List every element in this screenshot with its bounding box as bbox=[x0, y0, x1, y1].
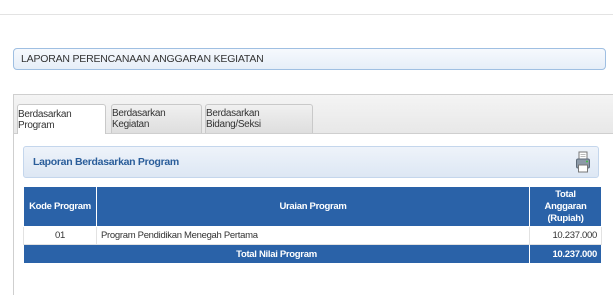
page-title: LAPORAN PERENCANAAN ANGGARAN KEGIATAN bbox=[13, 48, 606, 70]
tab-berdasarkan-kegiatan[interactable]: Berdasarkan Kegiatan bbox=[111, 104, 202, 133]
tab-label: Berdasarkan Kegiatan bbox=[112, 108, 166, 130]
tab-bar: Berdasarkan Program Berdasarkan Kegiatan… bbox=[14, 95, 613, 134]
total-row: Total Nilai Program 10.237.000 bbox=[23, 244, 602, 264]
table-header-row: Kode Program Uraian Program Total Anggar… bbox=[23, 186, 602, 227]
tab-berdasarkan-program[interactable]: Berdasarkan Program bbox=[17, 104, 106, 134]
report-title: Laporan Berdasarkan Program bbox=[33, 156, 179, 168]
top-divider bbox=[0, 14, 613, 15]
tab-label: Berdasarkan Program bbox=[18, 108, 72, 131]
tab-label: Berdasarkan Bidang/Seksi bbox=[206, 108, 261, 130]
column-header-kode: Kode Program bbox=[23, 186, 97, 227]
report-panel: Berdasarkan Program Berdasarkan Kegiatan… bbox=[13, 94, 613, 295]
column-header-total-line2: (Rupiah) bbox=[547, 212, 584, 224]
page-title-text: LAPORAN PERENCANAAN ANGGARAN KEGIATAN bbox=[21, 53, 264, 65]
total-label: Total Nilai Program bbox=[23, 244, 530, 264]
total-value: 10.237.000 bbox=[529, 244, 602, 264]
report-section-header: Laporan Berdasarkan Program bbox=[23, 146, 599, 178]
cell-kode: 01 bbox=[23, 226, 97, 245]
printer-icon[interactable] bbox=[576, 151, 590, 173]
cell-uraian: Program Pendidikan Menegah Pertama bbox=[96, 226, 530, 245]
tab-berdasarkan-bidang-seksi[interactable]: Berdasarkan Bidang/Seksi bbox=[205, 104, 313, 133]
column-header-total-line1: Total Anggaran bbox=[544, 188, 587, 212]
table-row: 01 Program Pendidikan Menegah Pertama 10… bbox=[23, 226, 602, 245]
column-header-total: Total Anggaran (Rupiah) bbox=[529, 186, 602, 227]
cell-total: 10.237.000 bbox=[529, 226, 602, 245]
column-header-uraian: Uraian Program bbox=[96, 186, 530, 227]
program-report-table: Kode Program Uraian Program Total Anggar… bbox=[23, 186, 602, 264]
